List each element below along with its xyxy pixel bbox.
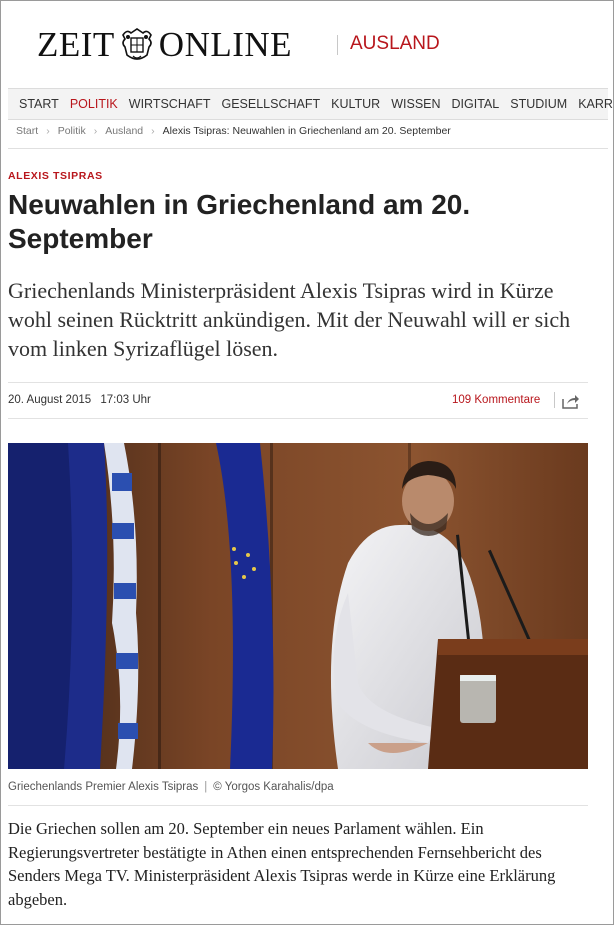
caption-separator: | [204, 781, 208, 793]
meta-divider [554, 392, 555, 408]
divider [8, 382, 588, 383]
caption-text: Griechenlands Premier Alexis Tsipras [8, 781, 199, 793]
article-photo [8, 443, 588, 769]
breadcrumb-separator: › [46, 125, 50, 137]
site-header: ZEIT ONLINE AUSLAND [0, 0, 614, 88]
share-icon[interactable] [562, 393, 580, 409]
photo-credit: © Yorgos Karahalis/dpa [213, 781, 334, 793]
breadcrumb-separator: › [93, 125, 98, 137]
article-date: 20. August 2015 [8, 394, 92, 406]
main-navigation: START POLITIK WIRTSCHAFT GESELLSCHAFT KULTUR… [8, 88, 614, 120]
photo-caption: Griechenlands Premier Alexis Tsipras | © Y… [8, 781, 334, 793]
breadcrumb-current: Alexis Tsipras: Neuwahlen in Griechenlan… [162, 125, 451, 137]
nav-list: START POLITIK WIRTSCHAFT GESELLSCHAFT KULTUR… [8, 89, 614, 119]
breadcrumb: Start › Politik › Ausland › Alexis Tsipras: Ne… [16, 125, 451, 137]
article-body: Die Griechen sollen am 20. September ein… [8, 819, 556, 909]
nav-item-wirtschaft[interactable]: WIRTSCHAFT [118, 89, 211, 119]
eagle-crest-icon [121, 28, 152, 60]
article-headline: Neuwahlen in Griechenland am 20. Septemb… [8, 189, 471, 254]
divider [8, 148, 608, 149]
nav-item-gesellschaft[interactable]: GESELLSCHAFT [210, 89, 320, 119]
section-link-ausland[interactable]: AUSLAND [350, 33, 440, 55]
breadcrumb-item-ausland[interactable]: Ausland [105, 125, 143, 137]
logo-text-left: ZEIT [37, 25, 115, 64]
breadcrumb-separator: › [151, 125, 155, 137]
divider [8, 418, 588, 419]
logo-text-right: ONLINE [158, 25, 293, 64]
nav-item-digital[interactable]: DIGITAL [441, 89, 500, 119]
site-logo[interactable]: ZEIT ONLINE [37, 25, 292, 65]
breadcrumb-item-start[interactable]: Start [16, 125, 38, 137]
section-divider [337, 35, 338, 55]
nav-item-studium[interactable]: STUDIUM [499, 89, 567, 119]
article-kicker[interactable]: ALEXIS TSIPRAS [8, 170, 103, 182]
nav-item-karriere[interactable]: KARRIERE [567, 89, 614, 119]
article-meta: 20. August 2015 17:03 Uhr [8, 394, 151, 406]
nav-item-start[interactable]: START [8, 89, 59, 119]
comments-link[interactable]: 109 Kommentare [452, 394, 540, 406]
nav-item-wissen[interactable]: WISSEN [380, 89, 440, 119]
divider [8, 805, 588, 806]
article-time: 17:03 Uhr [100, 394, 151, 406]
nav-item-politik[interactable]: POLITIK [59, 89, 118, 119]
article-lead: Griechenlands Ministerpräsident Alexis T… [8, 278, 571, 361]
nav-item-kultur[interactable]: KULTUR [320, 89, 380, 119]
breadcrumb-item-politik[interactable]: Politik [58, 125, 86, 137]
